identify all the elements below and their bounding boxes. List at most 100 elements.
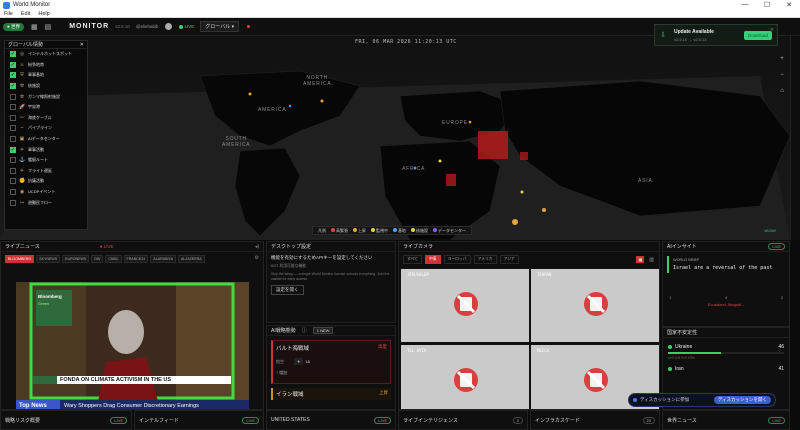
map-marker[interactable] bbox=[248, 92, 252, 96]
layer-checkbox[interactable] bbox=[10, 104, 16, 111]
map-scrollbar[interactable] bbox=[790, 36, 800, 240]
layer-checkbox[interactable] bbox=[10, 114, 16, 121]
camera-tab[interactable]: アジア bbox=[499, 255, 519, 264]
channel-tab[interactable]: SKYNEWS bbox=[36, 255, 61, 263]
video-player[interactable]: Bloomberg Green FONDA ON CLIMATE ACTIVIS… bbox=[16, 282, 249, 409]
layer-icon: ⚓ bbox=[19, 157, 26, 164]
layer-toggle[interactable]: ↣ 避難民フロー bbox=[5, 197, 87, 208]
layer-toggle[interactable]: ☢ ガンマ線照射施設 bbox=[5, 91, 87, 102]
camera-tab[interactable]: アメリカ bbox=[473, 255, 497, 264]
toast-close-icon[interactable]: ✕ bbox=[770, 27, 774, 33]
layer-toggle[interactable]: ✓ ⚔ 紛争地帯 bbox=[5, 60, 87, 71]
channel-tab[interactable]: DW bbox=[91, 255, 104, 263]
world-map[interactable]: FRI, 06 MAR 2026 11:20:13 UTC NORTH AMER… bbox=[0, 36, 790, 240]
channel-tab[interactable]: ALJAZEERA bbox=[178, 255, 205, 263]
layer-toggle[interactable]: ▣ AIデータセンター bbox=[5, 134, 87, 145]
layer-checkbox[interactable] bbox=[10, 136, 16, 143]
country-row[interactable]: Iran 41 bbox=[668, 366, 784, 372]
world-mode-badge[interactable]: ● 世界 bbox=[3, 22, 24, 31]
layer-checkbox[interactable] bbox=[10, 125, 16, 132]
map-marker[interactable] bbox=[542, 208, 546, 212]
camera-tab[interactable]: ヨーロッパ bbox=[443, 255, 471, 264]
camera-feed[interactable]: TEL AVIV bbox=[400, 344, 530, 409]
layer-toggle[interactable]: ✈ フライト遅延 bbox=[5, 166, 87, 177]
layer-toggle[interactable]: 🚀 宇宙港 bbox=[5, 102, 87, 113]
camera-tab[interactable]: 中東 bbox=[424, 255, 441, 264]
github-icon[interactable] bbox=[164, 23, 172, 30]
book-icon[interactable]: ▤ bbox=[45, 23, 52, 31]
menu-help[interactable]: Help bbox=[34, 11, 53, 17]
layer-checkbox[interactable] bbox=[10, 93, 16, 100]
open-settings-button[interactable]: 設定を開く bbox=[271, 285, 304, 296]
channel-tab[interactable]: ALARABIYA bbox=[150, 255, 177, 263]
region-select[interactable]: グローバル ▾ bbox=[200, 21, 240, 32]
bottom-panel[interactable]: UNITED STATES LIVE bbox=[266, 410, 396, 430]
map-canvas[interactable] bbox=[0, 36, 790, 240]
single-layout-icon[interactable]: ▥ bbox=[649, 257, 654, 263]
conflict-zone[interactable] bbox=[520, 152, 528, 160]
map-marker[interactable] bbox=[468, 120, 472, 124]
layer-toggle[interactable]: ⚓ 艦艇ルート bbox=[5, 155, 87, 166]
close-window-button[interactable]: ✕ bbox=[778, 1, 800, 9]
layer-toggle[interactable]: ✓ ✈ 軍事活動 bbox=[5, 144, 87, 155]
layer-checkbox[interactable]: ✓ bbox=[10, 61, 16, 68]
reset-view-button[interactable]: ⌂ bbox=[778, 88, 786, 94]
layer-toggle[interactable]: ◉ UCDPイベント bbox=[5, 187, 87, 198]
layer-toggle[interactable]: ✓ ◎ インテルホットスポット bbox=[5, 49, 87, 60]
country-row[interactable]: Ukraine 46 bbox=[668, 344, 784, 350]
menu-edit[interactable]: Edit bbox=[17, 11, 34, 17]
layer-checkbox[interactable]: ✓ bbox=[10, 83, 16, 90]
channel-tab[interactable]: EURONEWS bbox=[62, 255, 90, 263]
channel-tab[interactable]: CNBC bbox=[105, 255, 122, 263]
bottom-panel[interactable]: 世界ニュース LIVE bbox=[662, 410, 790, 430]
camera-feed[interactable]: JERUSALEM bbox=[400, 268, 530, 343]
map-marker[interactable] bbox=[520, 190, 524, 194]
bottom-panel[interactable]: 戦略リスク概要 LIVE bbox=[0, 410, 132, 430]
layer-checkbox[interactable]: ✓ bbox=[10, 72, 16, 79]
map-marker[interactable] bbox=[320, 99, 324, 103]
layer-toggle[interactable]: ✓ ☢ 核施設 bbox=[5, 81, 87, 92]
conflict-zone[interactable] bbox=[446, 174, 456, 186]
bottom-panel[interactable]: ライブインテリジェンス 0 bbox=[398, 410, 528, 430]
discussion-bar: ディスカッションに参加 ディスカッションを開く bbox=[628, 393, 776, 407]
layer-checkbox[interactable] bbox=[10, 157, 16, 164]
open-discussion-button[interactable]: ディスカッションを開く bbox=[713, 396, 771, 404]
bottom-panel[interactable]: インフラカスケード 20 bbox=[530, 410, 660, 430]
grid-view-icon[interactable]: ▦ bbox=[31, 23, 38, 31]
discussion-join[interactable]: ディスカッションに参加 bbox=[640, 397, 689, 403]
layer-label: パイプライン bbox=[28, 125, 52, 131]
author-handle[interactable]: @eliehabib bbox=[136, 24, 159, 29]
map-marker[interactable] bbox=[512, 219, 518, 225]
layer-checkbox[interactable]: ✓ bbox=[10, 51, 16, 58]
map-marker[interactable] bbox=[288, 104, 292, 108]
zoom-in-button[interactable]: + bbox=[778, 56, 786, 62]
layer-checkbox[interactable] bbox=[10, 189, 16, 196]
download-button[interactable]: Download bbox=[743, 30, 772, 40]
layer-toggle[interactable]: ⎯ パイプライン bbox=[5, 123, 87, 134]
volume-icon[interactable]: ◂) bbox=[255, 244, 259, 250]
layer-checkbox[interactable] bbox=[10, 167, 16, 174]
layer-toggle[interactable]: ✊ 抗議活動 bbox=[5, 176, 87, 187]
map-marker[interactable] bbox=[438, 159, 442, 163]
camera-feed[interactable]: TEHRAN bbox=[530, 268, 659, 343]
layer-checkbox[interactable] bbox=[10, 199, 16, 206]
bottom-panel[interactable]: インテルフィード LIVE bbox=[134, 410, 264, 430]
theater-card[interactable]: イラン戦域 上昇 bbox=[271, 388, 391, 400]
maximize-button[interactable]: ☐ bbox=[756, 1, 778, 9]
menu-file[interactable]: File bbox=[0, 11, 17, 17]
theater-card[interactable]: バルト海戦域 高度 航空 ✈ 18 ↑ 増加 bbox=[271, 340, 391, 384]
grid-layout-icon[interactable]: ▦ bbox=[636, 256, 645, 263]
zoom-out-button[interactable]: − bbox=[778, 72, 786, 78]
layer-toggle[interactable]: 〰海底ケーブル bbox=[5, 113, 87, 124]
info-icon[interactable]: ⓘ bbox=[302, 327, 307, 334]
channel-settings-icon[interactable]: ⚙ bbox=[255, 255, 259, 263]
layer-checkbox[interactable] bbox=[10, 178, 16, 185]
channel-tab[interactable]: BLOOMBERG bbox=[5, 255, 35, 263]
layers-close-icon[interactable]: ✕ bbox=[80, 42, 84, 48]
camera-tab[interactable]: すべて bbox=[403, 255, 422, 264]
layer-checkbox[interactable]: ✓ bbox=[10, 146, 16, 153]
conflict-zone[interactable] bbox=[478, 131, 508, 159]
layer-toggle[interactable]: ✓ ⛨ 軍事基地 bbox=[5, 70, 87, 81]
minimize-button[interactable]: — bbox=[734, 1, 756, 9]
channel-tab[interactable]: FRANCE24 bbox=[123, 255, 149, 263]
